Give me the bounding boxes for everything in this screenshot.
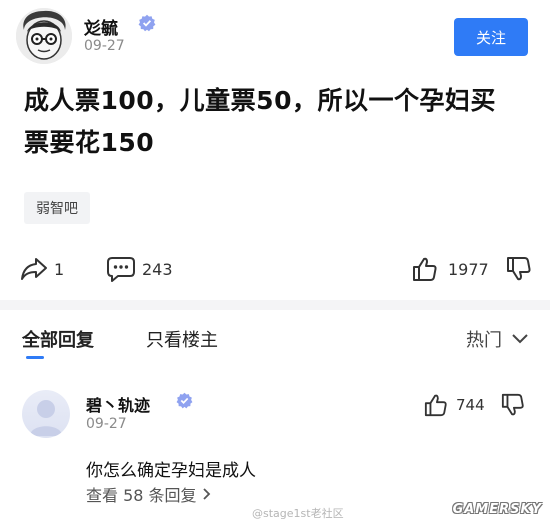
post-date: 09-27	[84, 38, 125, 54]
active-tab-indicator	[26, 356, 44, 359]
thumbs-up-icon	[413, 257, 437, 281]
comment-date: 09-27	[86, 416, 127, 432]
forum-tag[interactable]: 弱智吧	[24, 192, 90, 224]
sort-label: 热门	[466, 330, 502, 351]
sort-dropdown[interactable]: 热门	[466, 326, 528, 352]
comment-like-group: 744	[424, 390, 525, 420]
section-divider	[0, 300, 550, 310]
follow-button[interactable]: 关注	[454, 18, 528, 56]
post-content: 成人票100，儿童票50，所以一个孕妇买票要花150	[24, 86, 496, 157]
thumbs-down-icon[interactable]	[501, 393, 525, 417]
like-count: 1977	[448, 259, 489, 279]
comment-icon	[107, 257, 135, 282]
comment-count: 243	[142, 259, 173, 279]
thumbs-down-icon	[507, 257, 531, 281]
tab-owner-only[interactable]: 只看楼主	[146, 326, 218, 352]
verified-badge-icon	[138, 14, 156, 32]
dislike-button[interactable]	[506, 252, 532, 286]
thumbs-up-icon[interactable]	[424, 393, 448, 417]
comment-like-count: 744	[456, 396, 485, 414]
view-replies-link[interactable]: 查看 58 条回复	[86, 482, 211, 506]
commenter-name[interactable]: 碧丶轨迹	[86, 392, 150, 416]
comment-button[interactable]: 243	[106, 252, 173, 286]
author-name[interactable]: 彣毓	[84, 14, 118, 39]
comment-text: 你怎么确定孕妇是成人	[86, 461, 256, 481]
chevron-down-icon	[512, 334, 528, 344]
verified-badge-icon	[176, 392, 193, 409]
like-button[interactable]: 1977	[412, 252, 489, 286]
author-avatar[interactable]	[16, 8, 72, 64]
weibo-watermark: @stage1st老社区	[252, 507, 344, 520]
gamersky-watermark-logo: GAMERSKY	[452, 502, 542, 517]
commenter-avatar[interactable]	[22, 390, 70, 438]
chevron-right-icon	[202, 488, 210, 500]
view-replies-label: 查看 58 条回复	[86, 486, 197, 505]
share-count: 1	[54, 259, 65, 279]
share-button[interactable]: 1	[20, 252, 64, 286]
share-icon	[21, 258, 47, 280]
post-header: 彣毓 09-27 关注	[16, 8, 534, 64]
post-action-bar: 1 243 1977	[20, 252, 532, 286]
reply-tabs: 全部回复 只看楼主 热门	[0, 310, 550, 366]
tab-all-replies[interactable]: 全部回复	[22, 326, 94, 352]
